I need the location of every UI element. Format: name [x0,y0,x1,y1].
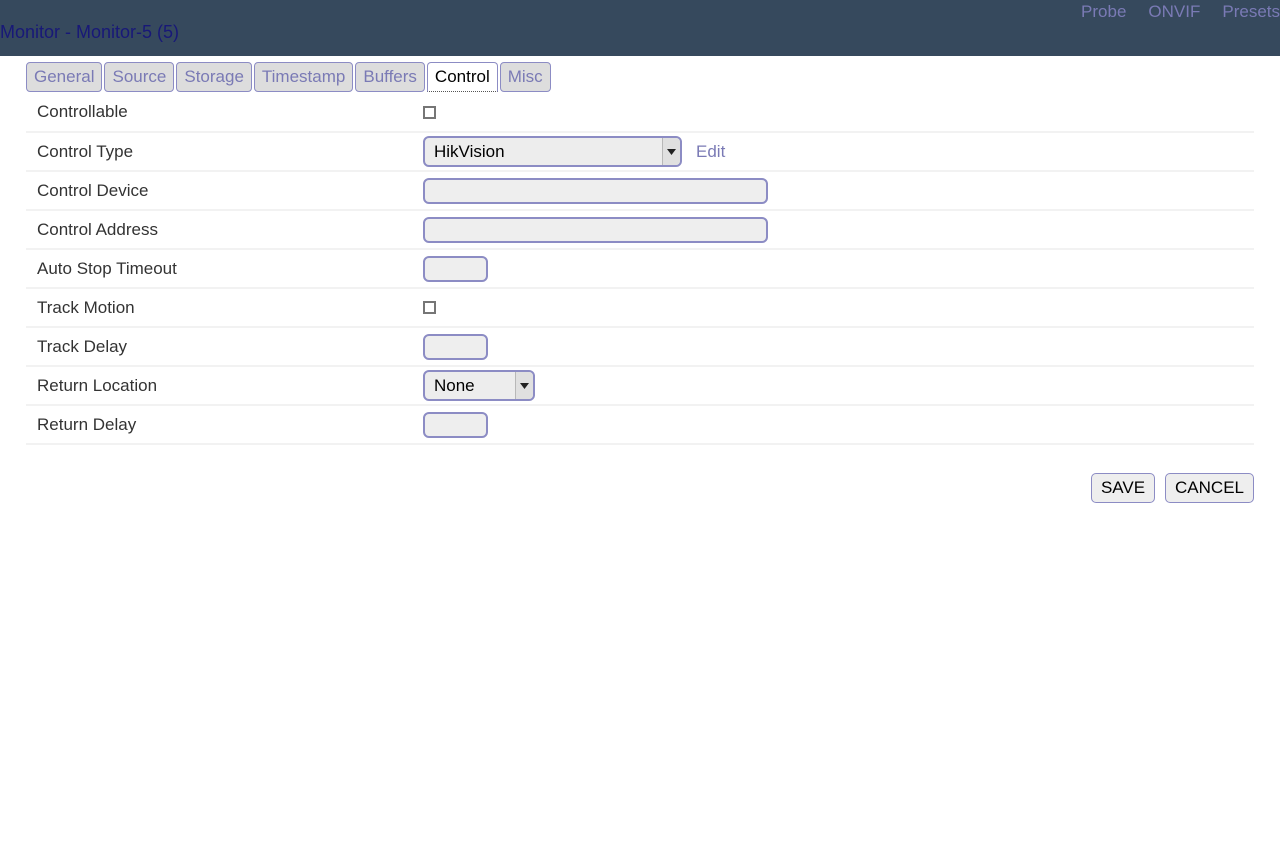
label-control-address: Control Address [37,219,158,239]
tab-timestamp[interactable]: Timestamp [253,62,354,92]
nav-link-presets[interactable]: Presets [1222,2,1280,22]
row-return-delay: Return Delay [26,405,1254,444]
monitor-tab-strip: General Source Storage Timestamp Buffers… [26,62,551,92]
control-device-input[interactable] [423,177,768,204]
control-type-select-wrap: HikVision [423,136,682,167]
label-return-delay: Return Delay [37,414,137,434]
controllable-checkbox[interactable] [423,105,436,119]
nav-link-onvif[interactable]: ONVIF [1148,2,1200,22]
app-header: Probe ONVIF Presets Monitor - Monitor-5 … [0,0,1280,56]
label-track-delay: Track Delay [37,336,128,356]
form-actions: SAVE CANCEL [1090,473,1254,503]
label-track-motion: Track Motion [37,297,135,317]
track-motion-checkbox[interactable] [423,301,436,314]
row-track-delay: Track Delay [26,327,1254,366]
label-auto-stop-timeout: Auto Stop Timeout [37,258,177,278]
tab-control[interactable]: Control [426,62,498,92]
label-controllable: Controllable [37,102,128,121]
label-control-type: Control Type [37,141,134,161]
row-controllable: Controllable [26,93,1254,132]
tab-general[interactable]: General [26,62,103,92]
row-control-type: Control Type HikVision Edit [26,132,1254,171]
row-control-address: Control Address [26,210,1254,249]
cancel-button[interactable]: CANCEL [1165,473,1254,503]
control-address-input[interactable] [423,216,768,243]
control-type-edit-link[interactable]: Edit [696,142,725,162]
control-settings-table: Controllable Control Type HikVision Edit… [26,93,1254,445]
label-control-device: Control Device [37,180,149,200]
track-delay-input[interactable] [423,333,488,360]
label-return-location: Return Location [37,375,158,395]
tab-buffers[interactable]: Buffers [355,62,425,92]
row-auto-stop-timeout: Auto Stop Timeout [26,249,1254,288]
row-track-motion: Track Motion [26,288,1254,327]
row-control-device: Control Device [26,171,1254,210]
tab-source[interactable]: Source [104,62,175,92]
control-type-select[interactable]: HikVision [423,136,682,167]
return-delay-input[interactable] [423,411,488,438]
save-button[interactable]: SAVE [1090,473,1156,503]
row-return-location: Return Location None [26,366,1254,405]
header-nav: Probe ONVIF Presets [1081,2,1280,22]
auto-stop-timeout-input[interactable] [423,255,488,282]
return-location-select[interactable]: None [423,370,535,401]
return-location-select-wrap: None [423,370,535,401]
page-title: Monitor - Monitor-5 (5) [0,22,180,42]
nav-link-probe[interactable]: Probe [1081,2,1126,22]
tab-storage[interactable]: Storage [176,62,252,92]
tab-misc[interactable]: Misc [499,62,551,92]
